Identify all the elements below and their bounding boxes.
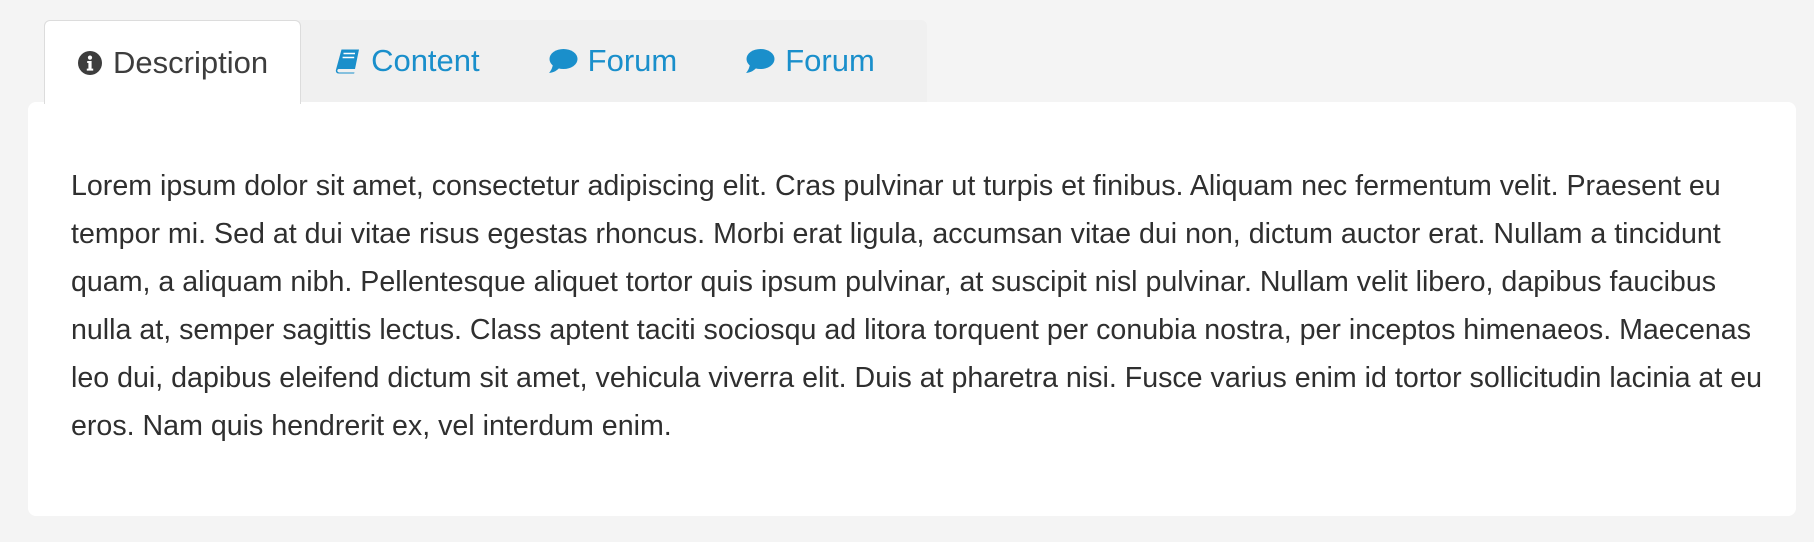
comment-icon [745,48,775,74]
info-circle-icon [77,50,103,76]
book-icon [335,48,361,74]
tab-forum-2[interactable]: Forum [711,20,909,102]
tabs-container: Description Content Forum Forum Lorem ip… [28,20,1796,516]
description-text: Lorem ipsum dolor sit amet, consectetur … [71,170,1763,442]
tab-label: Forum [587,43,678,78]
tab-content[interactable]: Content [301,20,514,102]
tab-forum-1[interactable]: Forum [514,20,712,102]
tab-description[interactable]: Description [44,20,302,104]
tab-bar: Description Content Forum Forum [44,20,1796,104]
tab-panel-description: Lorem ipsum dolor sit amet, consectetur … [28,102,1796,516]
tab-label: Forum [785,43,875,78]
comment-icon [548,48,578,74]
tab-label: Description [113,44,269,80]
tab-label: Content [371,43,480,78]
